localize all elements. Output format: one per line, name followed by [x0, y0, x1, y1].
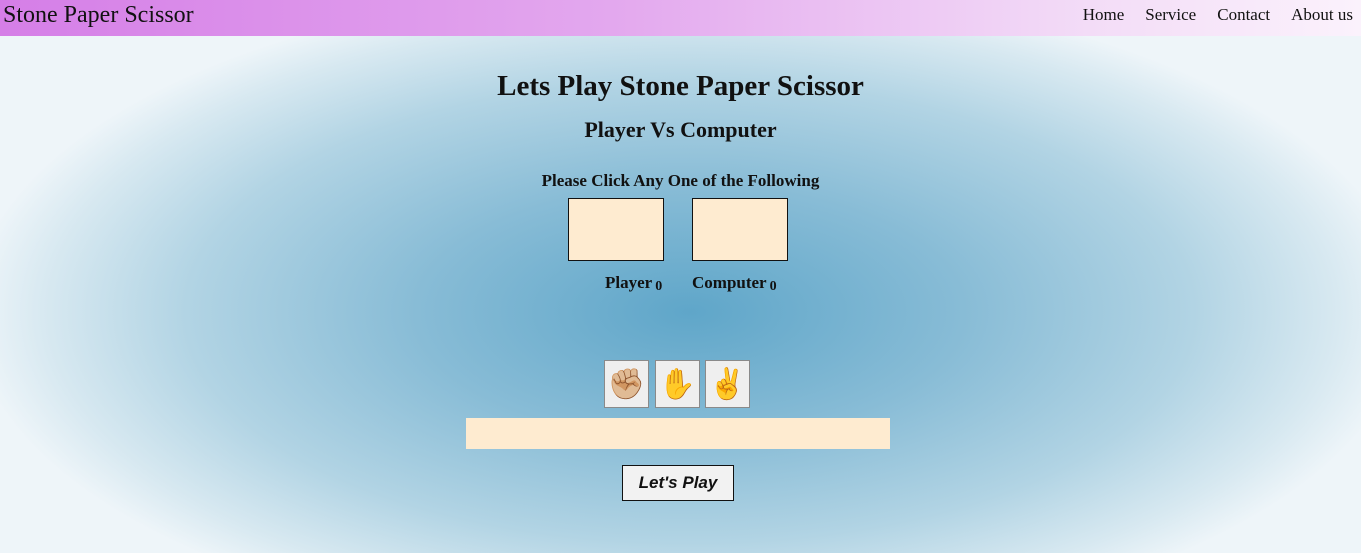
nav-link-contact[interactable]: Contact	[1217, 5, 1270, 25]
lets-play-button[interactable]: Let's Play	[622, 465, 734, 501]
nav-link-about-us[interactable]: About us	[1291, 5, 1353, 25]
fist-icon: ✊🏼	[607, 367, 646, 401]
navbar: Stone Paper Scissor Home Service Contact…	[0, 0, 1361, 36]
brand-title[interactable]: Stone Paper Scissor	[3, 2, 194, 29]
raised-hand-icon: ✋	[658, 367, 697, 401]
page-title: Lets Play Stone Paper Scissor	[497, 70, 864, 102]
nav-link-service[interactable]: Service	[1145, 5, 1196, 25]
player-score: Player 0	[605, 273, 663, 294]
victory-hand-icon: ✌️	[708, 367, 747, 401]
computer-label: Computer	[692, 273, 767, 292]
nav-links: Home Service Contact About us	[1062, 5, 1353, 25]
stone-button[interactable]: ✊🏼	[604, 360, 649, 408]
nav-link-home[interactable]: Home	[1083, 5, 1125, 25]
player-label: Player	[605, 273, 653, 292]
instruction-text: Please Click Any One of the Following	[541, 171, 820, 190]
page-subtitle: Player Vs Computer	[584, 117, 777, 142]
computer-score: Computer 0	[692, 273, 777, 294]
scissor-button[interactable]: ✌️	[705, 360, 750, 408]
paper-button[interactable]: ✋	[655, 360, 700, 408]
computer-choice-box	[692, 198, 788, 261]
result-display	[466, 418, 890, 449]
player-choice-box	[568, 198, 664, 261]
player-score-value: 0	[655, 279, 663, 294]
computer-score-value: 0	[769, 279, 777, 294]
